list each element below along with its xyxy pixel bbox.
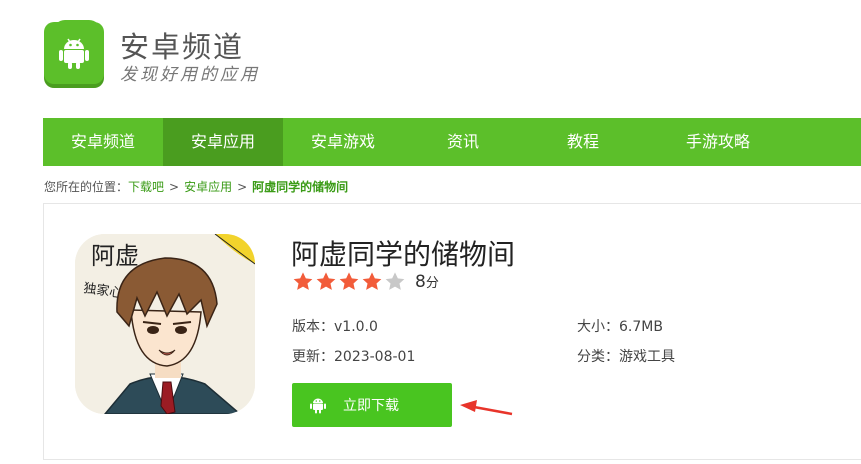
app-score: 8分 bbox=[415, 272, 439, 292]
version-value: v1.0.0 bbox=[334, 319, 378, 335]
icon-handwritten-title: 阿虚 bbox=[91, 242, 139, 270]
app-rating: 8分 bbox=[292, 271, 439, 293]
size-value: 6.7MB bbox=[619, 319, 663, 335]
app-category: 分类：游戏工具 bbox=[577, 346, 675, 366]
star-filled-icon bbox=[293, 272, 313, 290]
breadcrumb-link-home[interactable]: 下载吧 bbox=[128, 180, 164, 194]
app-updated: 更新：2023-08-01 bbox=[292, 346, 415, 366]
app-size: 大小：6.7MB bbox=[577, 316, 663, 336]
star-filled-icon bbox=[362, 272, 382, 290]
version-label: 版本： bbox=[292, 319, 334, 335]
app-score-value: 8 bbox=[415, 272, 426, 292]
android-bag-icon bbox=[44, 20, 104, 84]
nav-item-news[interactable]: 资讯 bbox=[403, 118, 523, 166]
download-button-label: 立即下载 bbox=[343, 398, 399, 414]
main-nav: 安卓频道 安卓应用 安卓游戏 资讯 教程 手游攻略 bbox=[43, 118, 861, 166]
app-version: 版本：v1.0.0 bbox=[292, 316, 378, 336]
breadcrumb-link-android-apps[interactable]: 安卓应用 bbox=[184, 180, 232, 194]
star-filled-icon bbox=[316, 272, 336, 290]
nav-item-android-games[interactable]: 安卓游戏 bbox=[283, 118, 403, 166]
anime-character-app-icon: 阿虚 独家心得 bbox=[75, 234, 255, 414]
red-arrow-annotation-icon bbox=[460, 400, 513, 416]
download-button[interactable]: 立即下载 bbox=[292, 383, 452, 427]
site-logo[interactable]: 安卓频道 发现好用的应用 bbox=[44, 20, 264, 88]
nav-item-android-channel[interactable]: 安卓频道 bbox=[43, 118, 163, 166]
category-label: 分类： bbox=[577, 349, 619, 365]
nav-item-tutorials[interactable]: 教程 bbox=[523, 118, 643, 166]
nav-item-android-apps[interactable]: 安卓应用 bbox=[163, 118, 283, 166]
star-empty-icon bbox=[385, 272, 405, 290]
android-icon bbox=[310, 398, 326, 414]
app-title: 阿虚同学的储物间 bbox=[291, 238, 516, 271]
size-label: 大小： bbox=[577, 319, 619, 335]
breadcrumb: 您所在的位置：下载吧 > 安卓应用 > 阿虚同学的储物间 bbox=[44, 178, 348, 195]
breadcrumb-current[interactable]: 阿虚同学的储物间 bbox=[252, 180, 348, 194]
breadcrumb-separator: > bbox=[169, 180, 180, 194]
updated-label: 更新： bbox=[292, 349, 334, 365]
breadcrumb-prefix: 您所在的位置： bbox=[44, 180, 129, 194]
updated-value: 2023-08-01 bbox=[334, 349, 416, 365]
nav-item-game-guides[interactable]: 手游攻略 bbox=[643, 118, 793, 166]
breadcrumb-separator: > bbox=[237, 180, 248, 194]
category-value: 游戏工具 bbox=[619, 349, 675, 365]
site-slogan: 发现好用的应用 bbox=[120, 65, 260, 85]
star-filled-icon bbox=[339, 272, 359, 290]
app-score-unit: 分 bbox=[425, 276, 439, 291]
